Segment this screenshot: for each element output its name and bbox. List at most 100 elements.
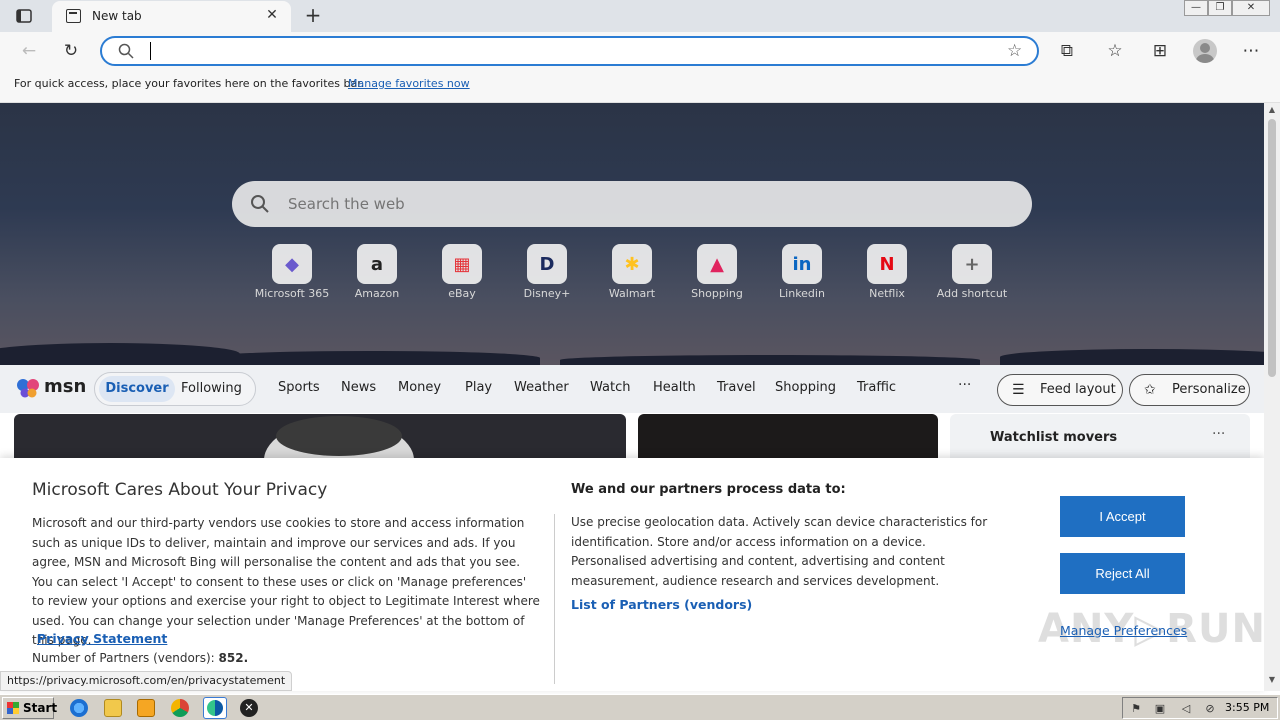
shortcut-linkedin[interactable]: in Linkedin <box>760 244 844 304</box>
favorites-bar-hint: For quick access, place your favorites h… <box>14 77 365 90</box>
file-explorer-icon[interactable] <box>104 699 122 717</box>
collections-icon[interactable]: ⊞ <box>1147 38 1173 64</box>
shortcut-microsoft-365[interactable]: ◆ Microsoft 365 <box>250 244 334 304</box>
window-restore-button[interactable]: ❐ <box>1208 0 1232 16</box>
shortcut-ebay[interactable]: ▦ eBay <box>420 244 504 304</box>
tab-following[interactable]: Following <box>181 376 242 402</box>
flag-icon[interactable]: ⚑ <box>1129 702 1143 716</box>
profile-avatar[interactable] <box>1193 39 1217 63</box>
window-close-button[interactable]: ✕ <box>1232 0 1270 16</box>
windows-logo-icon <box>7 702 19 714</box>
nav-weather[interactable]: Weather <box>514 380 569 395</box>
address-bar[interactable]: ☆ <box>100 36 1039 66</box>
address-input[interactable] <box>148 41 988 61</box>
watchlist-card: Watchlist movers ··· <box>950 414 1250 458</box>
scroll-down-icon[interactable]: ▼ <box>1264 675 1280 687</box>
settings-more-icon[interactable]: ⋯ <box>1238 38 1264 64</box>
personalize-button[interactable]: ✩ Personalize <box>1129 374 1250 406</box>
star-icon: ✩ <box>1144 382 1156 398</box>
reject-all-button[interactable]: Reject All <box>1060 553 1185 594</box>
text-caret <box>150 42 151 60</box>
mountain-silhouette <box>200 351 540 365</box>
app-close-icon[interactable]: ✕ <box>240 699 258 717</box>
add-favorite-icon[interactable]: ☆ <box>1007 41 1022 61</box>
mountain-silhouette <box>1000 349 1264 365</box>
privacy-statement-period: . <box>148 631 152 646</box>
nav-money[interactable]: Money <box>398 380 441 395</box>
internet-explorer-icon[interactable] <box>70 699 88 717</box>
network-icon[interactable]: ▣ <box>1153 702 1167 716</box>
shortcut-shopping[interactable]: ▲ Shopping <box>675 244 759 304</box>
scrollbar-thumb[interactable] <box>1268 119 1276 377</box>
edge-icon <box>207 700 223 716</box>
news-card[interactable] <box>638 414 938 458</box>
start-button[interactable]: Start <box>2 697 57 719</box>
shortcut-label: Microsoft 365 <box>254 287 330 300</box>
data-processing-title: We and our partners process data to: <box>571 482 846 497</box>
nav-play[interactable]: Play <box>465 380 492 395</box>
shortcut-walmart[interactable]: ✱ Walmart <box>590 244 674 304</box>
favorites-icon[interactable]: ☆ <box>1102 38 1128 64</box>
edge-taskbar-button[interactable] <box>203 697 227 719</box>
web-search-input[interactable] <box>288 193 988 215</box>
new-tab-button[interactable]: + <box>302 4 324 26</box>
nav-more-icon[interactable]: ··· <box>958 377 971 393</box>
msn-logo[interactable]: msn <box>16 374 86 402</box>
favorites-bar: For quick access, place your favorites h… <box>0 70 1280 103</box>
window-minimize-button[interactable]: — <box>1184 0 1208 16</box>
tab-new-tab[interactable]: New tab ✕ <box>52 1 291 32</box>
windows-taskbar: Start ✕ ⚑ ▣ ◁ ⊘ 3:55 PM <box>0 694 1280 720</box>
shortcut-label: Walmart <box>608 287 656 300</box>
manage-favorites-link[interactable]: Manage favorites now <box>348 77 470 90</box>
security-icon[interactable]: ⊘ <box>1203 702 1217 716</box>
feed-layout-button[interactable]: ☰ Feed layout <box>997 374 1123 406</box>
search-icon <box>118 43 134 59</box>
extensions-icon[interactable]: ⧉ <box>1054 38 1080 64</box>
shortcut-disney[interactable]: D Disney+ <box>505 244 589 304</box>
nav-travel[interactable]: Travel <box>717 380 756 395</box>
nav-sports[interactable]: Sports <box>278 380 320 395</box>
chrome-icon[interactable] <box>171 699 189 717</box>
volume-icon[interactable]: ◁ <box>1179 702 1193 716</box>
feed-layout-label: Feed layout <box>1040 382 1116 397</box>
scroll-up-icon[interactable]: ▲ <box>1264 105 1280 117</box>
reload-button[interactable]: ↻ <box>58 38 84 64</box>
amazon-icon: a <box>357 244 397 284</box>
web-search-box[interactable] <box>232 181 1032 227</box>
walmart-icon: ✱ <box>612 244 652 284</box>
shortcut-label: eBay <box>448 287 476 300</box>
back-button[interactable]: ← <box>16 38 42 64</box>
shortcut-add-shortcut[interactable]: + Add shortcut <box>930 244 1014 304</box>
hero-background: ◆ Microsoft 365 a Amazon ▦ eBay D Disney+ ✱ Walma… <box>0 103 1264 365</box>
media-player-icon[interactable] <box>137 699 155 717</box>
disney-icon: D <box>527 244 567 284</box>
divider <box>554 514 555 684</box>
manage-preferences-link[interactable]: Manage Preferences <box>1060 623 1187 638</box>
accept-button[interactable]: I Accept <box>1060 496 1185 537</box>
mountain-silhouette <box>560 355 980 365</box>
partners-list-link[interactable]: List of Partners (vendors) <box>571 597 752 612</box>
sliders-icon: ☰ <box>1012 382 1025 398</box>
news-card-hero[interactable] <box>14 414 626 458</box>
watchlist-more-icon[interactable]: ··· <box>1212 426 1225 442</box>
page-scrollbar[interactable]: ▲ ▼ <box>1264 103 1280 691</box>
linkedin-icon: in <box>782 244 822 284</box>
tab-close-icon[interactable]: ✕ <box>263 7 281 23</box>
shortcut-label: Netflix <box>869 287 905 300</box>
nav-news[interactable]: News <box>341 380 376 395</box>
tab-discover[interactable]: Discover <box>99 376 175 402</box>
nav-watch[interactable]: Watch <box>590 380 630 395</box>
ebay-icon: ▦ <box>442 244 482 284</box>
nav-shopping[interactable]: Shopping <box>775 380 836 395</box>
shortcut-amazon[interactable]: a Amazon <box>335 244 419 304</box>
nav-health[interactable]: Health <box>653 380 696 395</box>
shortcut-netflix[interactable]: N Netflix <box>845 244 929 304</box>
nav-traffic[interactable]: Traffic <box>857 380 896 395</box>
data-processing-description: Use precise geolocation data. Actively s… <box>571 515 988 588</box>
shortcut-label: Disney+ <box>523 287 571 300</box>
partners-count-value: 852. <box>218 651 249 665</box>
tab-strip: New tab ✕ + — ❐ ✕ <box>0 0 1280 32</box>
feed-switch: Discover Following <box>94 372 256 406</box>
search-icon <box>251 195 269 213</box>
tab-actions-icon[interactable] <box>8 5 40 27</box>
